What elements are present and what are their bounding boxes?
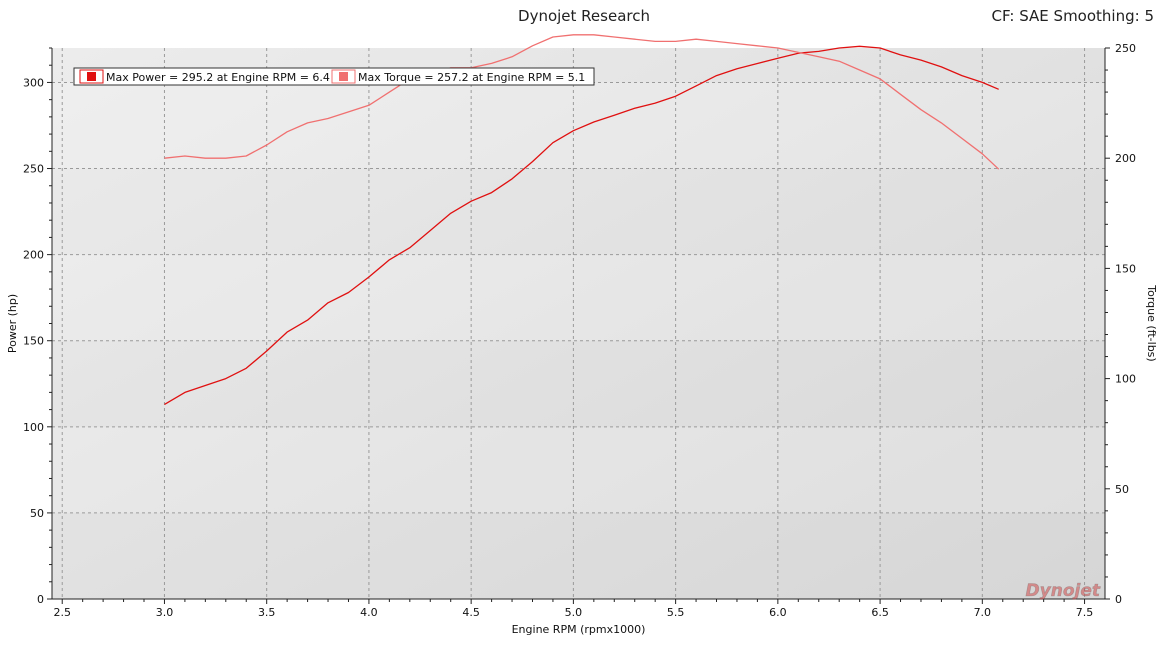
y-tick-label: 300 [23,76,44,89]
x-tick-label: 3.5 [258,606,276,619]
x-tick-label: 7.5 [1076,606,1094,619]
y-tick-label: 150 [23,335,44,348]
x-tick-label: 5.0 [565,606,583,619]
y-tick-label: 50 [30,507,44,520]
x-tick-label: 7.0 [974,606,992,619]
y2-tick-label: 50 [1115,483,1129,496]
y2-tick-label: 250 [1115,42,1136,55]
y2-axis-label: Torque (ft-lbs) [1145,284,1158,361]
legend-item-label: Max Torque = 257.2 at Engine RPM = 5.1 [358,71,585,84]
legend-item-label: Max Power = 295.2 at Engine RPM = 6.4 [106,71,330,84]
y-tick-label: 100 [23,421,44,434]
x-tick-label: 5.5 [667,606,685,619]
shade-band [52,82,1105,169]
shade-band [52,254,1105,341]
x-tick-label: 6.5 [871,606,889,619]
y2-tick-label: 150 [1115,262,1136,275]
x-tick-label: 6.0 [769,606,787,619]
y2-tick-label: 100 [1115,373,1136,386]
y2-tick-label: 0 [1115,593,1122,606]
legend: Max Power = 295.2 at Engine RPM = 6.4 Max… [73,67,595,86]
y-tick-label: 250 [23,163,44,176]
x-tick-label: 2.5 [53,606,71,619]
y-tick-label: 0 [37,593,44,606]
x-tick-label: 4.0 [360,606,378,619]
band-group [52,82,1105,513]
dynojet-watermark: Dynojet [1026,581,1101,601]
legend-swatch [87,72,96,81]
x-tick-label: 3.0 [156,606,174,619]
y2-tick-label: 200 [1115,152,1136,165]
y-tick-label: 200 [23,249,44,262]
x-tick-label: 4.5 [462,606,480,619]
shade-band [52,426,1105,513]
dyno-chart: 2.5 3.0 3.5 4.0 4.5 5.0 5.5 6.0 6.5 7.0 7.5 0 50 100 1… [6,34,1158,636]
legend-swatch [339,72,348,81]
y-axis-label: Power (hp) [6,294,19,353]
x-axis-label: Engine RPM (rpmx1000) [512,623,646,636]
